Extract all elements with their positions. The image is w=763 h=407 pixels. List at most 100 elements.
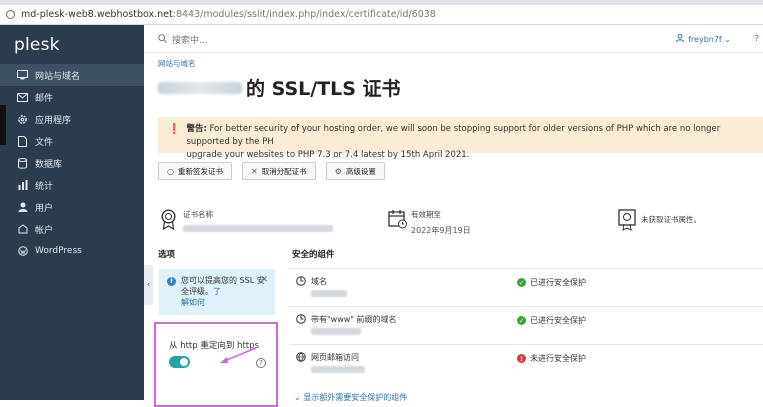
search-icon [158, 33, 167, 46]
globe-icon [296, 276, 306, 286]
learn-more-link-cont[interactable]: 解如何 [181, 298, 205, 307]
user-icon [676, 33, 685, 44]
plesk-logo[interactable]: plesk [14, 35, 60, 55]
component-row-www: 带有"www" 前缀的域名 ✓ 已进行安全保护 [289, 306, 763, 344]
close-icon: ✕ [250, 166, 258, 176]
calendar-icon [388, 209, 407, 231]
options-heading: 选项 [158, 250, 176, 260]
certificate-properties-cell: 未获取证书属性。 [618, 209, 701, 231]
status-secure: ✓ 已进行安全保护 [517, 277, 586, 288]
php-warning-banner: ❗ 警告: For better security of your hostin… [158, 117, 763, 160]
redirect-option-box: 从 http 重定向到 https ? [154, 322, 278, 407]
redirect-toggle[interactable] [169, 356, 190, 368]
user-icon [17, 202, 28, 213]
file-icon [17, 135, 28, 147]
status-not-secure: ! 未进行安全保护 [517, 353, 586, 364]
unassign-certificate-button[interactable]: ✕ 取消分配证书 [241, 162, 316, 180]
toggle-knob [180, 358, 188, 366]
sidebar-item-label: 文件 [35, 137, 54, 148]
certificate-name-value [183, 225, 333, 234]
ssl-rating-tip: i ✕ 您可以提高您的 SSL 安全评级。了 解如何 [159, 269, 275, 315]
check-icon: ✓ [517, 278, 526, 287]
mail-icon [17, 92, 28, 103]
component-name: 带有"www" 前缀的域名 [311, 315, 397, 324]
button-label: 重新签发证书 [177, 166, 223, 176]
url-path: :8443/modules/sslit/index.php/index/cert… [172, 9, 436, 20]
sidebar-item-label: 应用程序 [35, 115, 72, 126]
wordpress-icon [17, 246, 28, 257]
site-info-icon[interactable] [6, 10, 15, 19]
sidebar-item-mail[interactable]: 邮件 [0, 86, 144, 108]
sidebar-item-label: 数据库 [35, 159, 63, 170]
sidebar-nav: 网站与域名 邮件 应用程序 文件 数据库 统计 用户 帐户 WordPress [0, 64, 144, 262]
button-label: 取消分配证书 [261, 166, 307, 176]
warning-line2: upgrade your websites to PHP 7.3 or 7.4 … [186, 150, 470, 160]
close-icon[interactable]: ✕ [260, 275, 268, 286]
globe-icon [296, 314, 306, 324]
sidebar-item-websites[interactable]: 网站与域名 [0, 64, 144, 86]
sidebar-item-label: 邮件 [35, 93, 54, 104]
tip-text: 您可以提高您的 SSL 安全评级。 [181, 276, 265, 296]
sidebar-item-wordpress[interactable]: WordPress [0, 240, 144, 262]
search-icon: ○ [167, 166, 174, 176]
properties-missing-text: 未获取证书属性。 [641, 215, 701, 224]
address-bar[interactable]: md-plesk-web8.webhostbox.net:8443/module… [0, 5, 763, 25]
redacted-domain [311, 328, 361, 338]
reissue-certificate-button[interactable]: ○ 重新签发证书 [158, 162, 232, 180]
redacted-domain [311, 290, 347, 300]
component-name: 网页邮箱访问 [311, 353, 359, 362]
show-more-components-link[interactable]: ⌄ 显示额外需要安全保护的组件 [294, 392, 407, 403]
url-text[interactable]: md-plesk-web8.webhostbox.net:8443/module… [21, 9, 436, 20]
sidebar-item-label: WordPress [35, 246, 82, 256]
page-title: 的 SSL/TLS 证书 [246, 78, 401, 100]
sidebar-item-label: 统计 [35, 181, 54, 192]
button-label: 高级设置 [345, 166, 376, 176]
sidebar-item-label: 帐户 [35, 225, 54, 236]
gear-icon: ⚙ [334, 166, 342, 176]
certificate-name-cell: 证书名称 [160, 209, 333, 234]
warning-line1: For better security of your hosting orde… [186, 124, 721, 147]
top-bar: 搜索中... freybn7f ⌄ ? [144, 25, 763, 53]
mail-globe-icon [296, 352, 306, 362]
sidebar-item-apps[interactable]: 应用程序 [0, 108, 144, 130]
sidebar-item-statistics[interactable]: 统计 [0, 174, 144, 196]
help-icon[interactable]: ? [256, 358, 266, 368]
status-text: 已进行安全保护 [530, 316, 586, 325]
redacted-certificate-name [183, 225, 333, 232]
main-content: 搜索中... freybn7f ⌄ ? ‹ 网站与域名 的 SSL/TLS 证书… [144, 25, 763, 407]
learn-more-link[interactable]: 了 [213, 287, 221, 296]
component-row-domain: 域名 ✓ 已进行安全保护 [289, 268, 763, 306]
page-title-row: 的 SSL/TLS 证书 [158, 74, 401, 101]
sidebar-item-label: 用户 [35, 203, 54, 214]
status-text: 已进行安全保护 [530, 278, 586, 287]
sidebar-item-databases[interactable]: 数据库 [0, 152, 144, 174]
gear-icon [17, 114, 28, 125]
search-box[interactable]: 搜索中... [158, 33, 208, 46]
database-icon [17, 157, 28, 169]
redacted-domain [158, 81, 242, 94]
components-heading: 安全的组件 [292, 250, 335, 260]
warning-label: 警告: [186, 124, 207, 134]
expiry-label: 有效期至 [411, 210, 441, 219]
sidebar-collapse-button[interactable]: ‹ [144, 265, 153, 305]
username: freybn7f [688, 34, 722, 44]
advanced-settings-button[interactable]: ⚙ 高级设置 [325, 162, 385, 180]
search-input[interactable]: 搜索中... [172, 33, 208, 46]
annotation-arrow-icon [220, 347, 257, 363]
sidebar-item-account[interactable]: 帐户 [0, 218, 144, 240]
warning-icon: ❗ [168, 124, 181, 135]
breadcrumb[interactable]: 网站与域名 [158, 58, 196, 69]
sidebar-item-users[interactable]: 用户 [0, 196, 144, 218]
alert-icon: ! [517, 354, 526, 363]
expiry-value: 2022年9月19日 [411, 226, 471, 235]
redacted-domain [311, 366, 365, 376]
expiry-cell: 有效期至 2022年9月19日 [388, 209, 471, 236]
show-more-label: 显示额外需要安全保护的组件 [303, 393, 408, 402]
sidebar-item-files[interactable]: 文件 [0, 130, 144, 152]
user-menu[interactable]: freybn7f ⌄ [676, 33, 731, 44]
status-secure: ✓ 已进行安全保护 [517, 315, 586, 326]
status-text: 未进行安全保护 [530, 354, 586, 363]
url-host: md-plesk-web8.webhostbox.net [21, 9, 173, 20]
help-button[interactable]: ? [755, 34, 759, 43]
account-icon [17, 224, 28, 235]
